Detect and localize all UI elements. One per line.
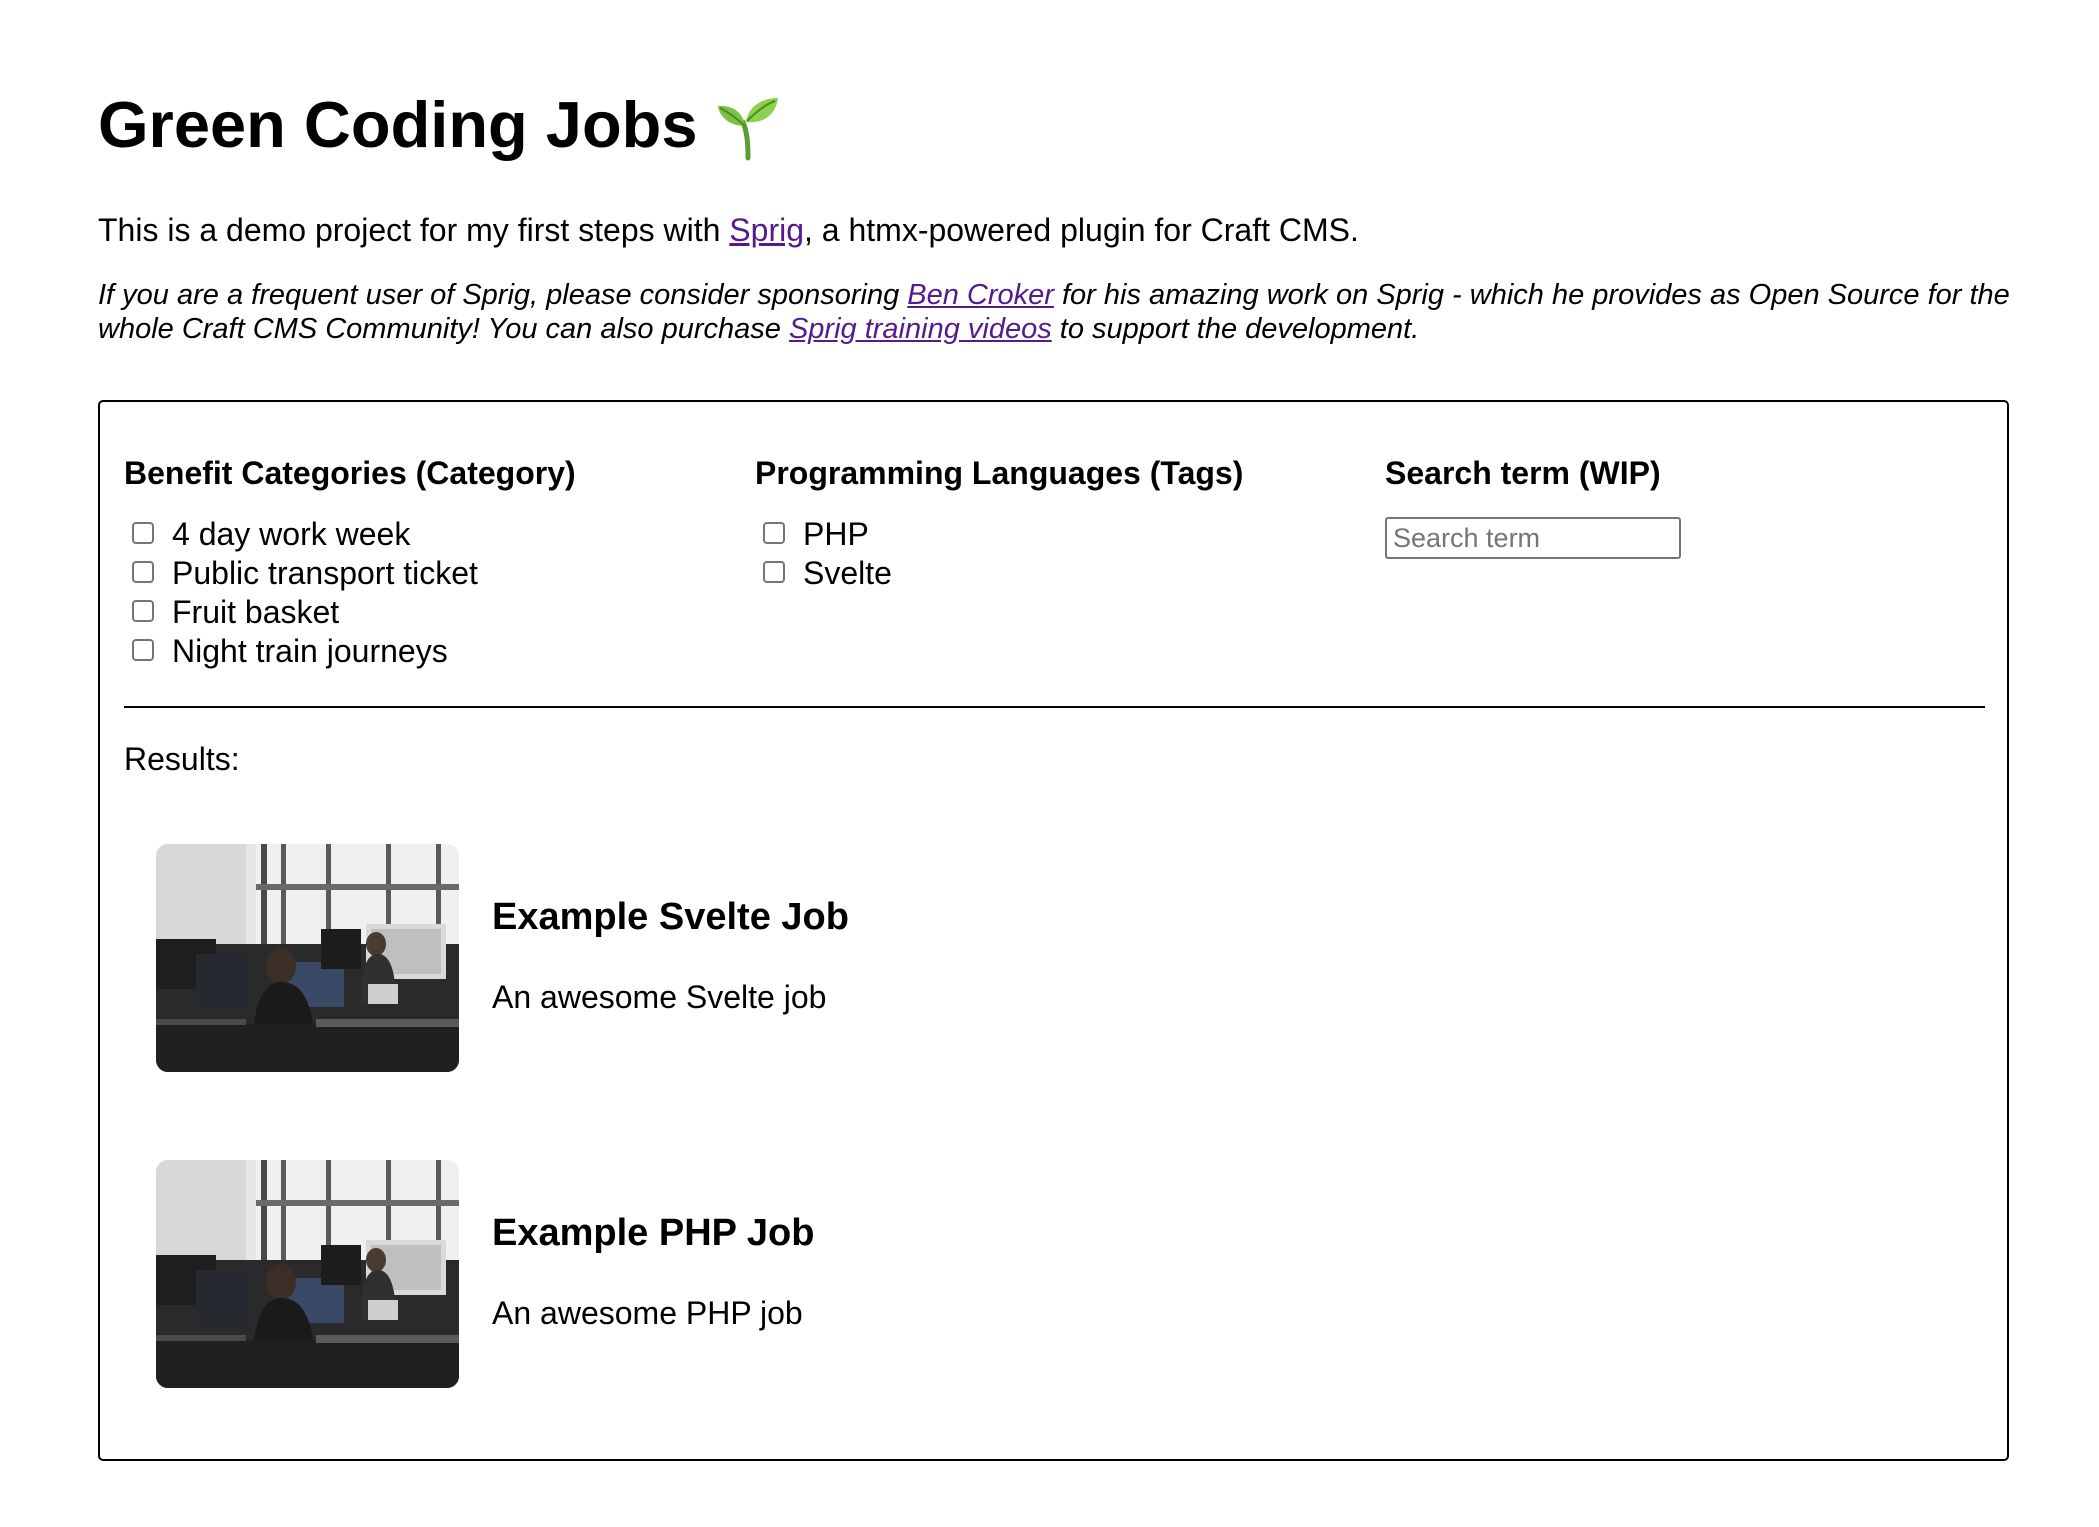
checkbox[interactable]	[132, 560, 154, 583]
search-heading: Search term (WIP)	[1385, 455, 1661, 491]
checkbox[interactable]	[132, 638, 154, 661]
benefit-option-label: Fruit basket	[172, 594, 340, 630]
divider	[124, 706, 1985, 708]
benefit-option-label: 4 day work week	[172, 516, 411, 552]
language-option-php[interactable]: PHP	[755, 515, 1243, 554]
job-title[interactable]: Example PHP Job	[492, 1210, 814, 1256]
job-card[interactable]: Example PHP Job An awesome PHP job	[156, 1160, 1656, 1388]
ben-croker-link[interactable]: Ben Croker	[907, 279, 1054, 311]
checkbox[interactable]	[132, 521, 154, 544]
job-title[interactable]: Example Svelte Job	[492, 894, 849, 940]
programming-languages-filter: Programming Languages (Tags) PHP Svelte	[755, 453, 1243, 593]
note-part1: If you are a frequent user of Sprig, ple…	[98, 279, 908, 311]
intro-after: , a htmx-powered plugin for Craft CMS.	[804, 212, 1359, 248]
language-option-label: Svelte	[803, 555, 892, 591]
benefit-option-public-transport-ticket[interactable]: Public transport ticket	[124, 554, 576, 593]
benefit-option-label: Public transport ticket	[172, 555, 478, 591]
benefit-option-fruit-basket[interactable]: Fruit basket	[124, 593, 576, 632]
note-part3: to support the development.	[1051, 313, 1420, 345]
page-title: Green Coding Jobs	[98, 85, 782, 165]
language-option-label: PHP	[803, 516, 869, 552]
filter-panel: Benefit Categories (Category) 4 day work…	[98, 400, 2009, 1461]
search-input[interactable]	[1385, 517, 1681, 559]
language-option-svelte[interactable]: Svelte	[755, 554, 1243, 593]
intro-before: This is a demo project for my first step…	[98, 212, 730, 248]
job-image	[156, 844, 459, 1072]
benefit-option-night-train-journeys[interactable]: Night train journeys	[124, 632, 576, 671]
checkbox[interactable]	[763, 560, 785, 583]
results-label: Results:	[124, 741, 240, 777]
sprig-training-videos-link[interactable]: Sprig training videos	[789, 313, 1052, 345]
checkbox[interactable]	[763, 521, 785, 544]
job-card[interactable]: Example Svelte Job An awesome Svelte job	[156, 844, 1656, 1072]
job-description: An awesome PHP job	[492, 1295, 803, 1331]
benefit-categories-filter: Benefit Categories (Category) 4 day work…	[124, 453, 576, 671]
job-description: An awesome Svelte job	[492, 979, 827, 1015]
job-image	[156, 1160, 459, 1388]
seedling-icon	[712, 92, 782, 162]
benefit-categories-heading: Benefit Categories (Category)	[124, 455, 576, 491]
language-options: PHP Svelte	[755, 515, 1243, 593]
benefit-option-label: Night train journeys	[172, 633, 448, 669]
sprig-link[interactable]: Sprig	[729, 212, 804, 248]
search-filter: Search term (WIP)	[1385, 453, 1681, 559]
benefit-options: 4 day work week Public transport ticket …	[124, 515, 576, 671]
sponsor-note: If you are a frequent user of Sprig, ple…	[98, 278, 2013, 346]
checkbox[interactable]	[132, 599, 154, 622]
page-title-text: Green Coding Jobs	[98, 88, 698, 161]
programming-languages-heading: Programming Languages (Tags)	[755, 455, 1244, 491]
benefit-option-4-day-work-week[interactable]: 4 day work week	[124, 515, 576, 554]
intro-text: This is a demo project for my first step…	[98, 208, 1359, 252]
